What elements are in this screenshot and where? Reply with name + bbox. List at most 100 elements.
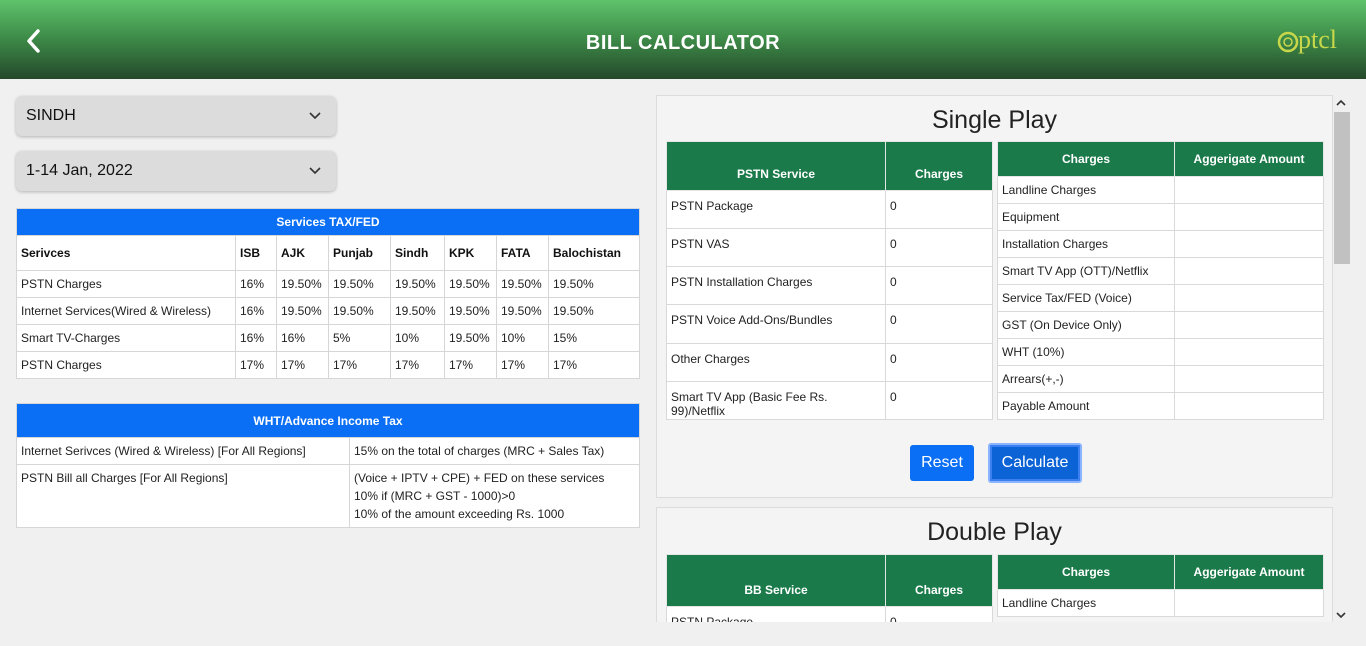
ptcl-logo: ptcl <box>1277 25 1337 54</box>
charge-input[interactable]: 0 <box>885 343 993 382</box>
charge-label: GST (On Device Only) <box>997 311 1175 339</box>
text-line: 10% of the amount exceeding Rs. 1000 <box>354 507 565 521</box>
amount-value <box>1174 257 1324 285</box>
table-cell: 17% <box>328 351 391 379</box>
table-cell: Smart TV-Charges <box>16 324 236 352</box>
charge-label: Landline Charges <box>997 176 1175 204</box>
table-cell: 19.50% <box>390 297 445 325</box>
table-cell: 19.50% <box>328 297 391 325</box>
wht-table: WHT/Advance Income Tax Internet Serivces… <box>16 403 640 528</box>
scroll-up-icon[interactable] <box>1334 96 1348 110</box>
charge-label: Arrears(+,-) <box>997 365 1175 393</box>
services-tax-table: Services TAX/FED Serivces ISB AJK Punjab… <box>16 208 640 379</box>
table-row: PSTN Package 0 <box>666 190 993 229</box>
charge-input[interactable]: 0 <box>885 266 993 305</box>
scroll-thumb[interactable] <box>1334 112 1350 264</box>
table-row: Landline Charges <box>997 589 1324 617</box>
aggregate-table: Charges Aggerigate Amount Landline Charg… <box>997 554 1324 617</box>
table-row: Other Charges 0 <box>666 343 993 382</box>
scroll-down-icon[interactable] <box>1334 608 1348 622</box>
amount-value <box>1174 176 1324 204</box>
tax-table-title: Services TAX/FED <box>16 208 640 236</box>
card-title: Double Play <box>927 518 1062 546</box>
table-cell: 10% <box>390 324 445 352</box>
charge-label: Service Tax/FED (Voice) <box>997 284 1175 312</box>
column-header: KPK <box>444 235 497 271</box>
text-line: (Voice + IPTV + CPE) + FED on these serv… <box>354 471 605 485</box>
calculator-panel[interactable]: Single Play PSTN Service Charges PSTN Pa… <box>648 88 1350 622</box>
table-cell: PSTN Charges <box>16 270 236 298</box>
table-row: Service Tax/FED (Voice) <box>997 284 1324 312</box>
service-name: PSTN Voice Add-Ons/Bundles <box>666 304 886 344</box>
table-row: Installation Charges <box>997 230 1324 258</box>
bb-service-table: BB Service Charges PSTN Package 0 <box>666 554 993 622</box>
table-cell: 19.50% <box>328 270 391 298</box>
column-header: Charges <box>885 554 993 607</box>
column-header: AJK <box>276 235 329 271</box>
table-row: GST (On Device Only) <box>997 311 1324 339</box>
column-header: Charges <box>885 141 993 191</box>
table-cell: 19.50% <box>548 297 640 325</box>
column-header: Punjab <box>328 235 391 271</box>
amount-value <box>1174 365 1324 393</box>
table-cell: 10% <box>496 324 549 352</box>
vertical-scrollbar[interactable] <box>1332 94 1350 626</box>
column-header: Aggerigate Amount <box>1174 141 1324 177</box>
chevron-down-icon <box>309 167 321 175</box>
column-header: FATA <box>496 235 549 271</box>
table-cell: 19.50% <box>444 324 497 352</box>
charge-label: Landline Charges <box>997 589 1175 617</box>
charge-input[interactable]: 0 <box>885 304 993 344</box>
calculate-button[interactable]: Calculate <box>988 443 1082 483</box>
table-cell: Internet Serivces (Wired & Wireless) [Fo… <box>16 437 350 465</box>
period-select[interactable]: 1-14 Jan, 2022 <box>16 151 336 191</box>
charge-label: WHT (10%) <box>997 338 1175 366</box>
table-cell: PSTN Bill all Charges [For All Regions] <box>16 464 350 528</box>
table-cell: 19.50% <box>496 297 549 325</box>
reset-button[interactable]: Reset <box>910 445 974 481</box>
table-cell: Internet Services(Wired & Wireless) <box>16 297 236 325</box>
table-cell: 17% <box>276 351 329 379</box>
table-cell: 19.50% <box>548 270 640 298</box>
table-row: PSTN VAS 0 <box>666 228 993 267</box>
table-cell: 16% <box>276 324 329 352</box>
column-header: Balochistan <box>548 235 640 271</box>
column-header: Charges <box>997 554 1175 590</box>
region-select[interactable]: SINDH <box>16 96 336 136</box>
table-cell: 19.50% <box>276 270 329 298</box>
table-row: Landline Charges <box>997 176 1324 204</box>
service-name: Smart TV App (Basic Fee Rs. 99)/Netflix <box>666 381 886 420</box>
table-row: Smart TV App (OTT)/Netflix <box>997 257 1324 285</box>
column-header: ISB <box>235 235 277 271</box>
column-header: Aggerigate Amount <box>1174 554 1324 590</box>
pstn-service-table: PSTN Service Charges PSTN Package 0 PSTN … <box>666 141 993 420</box>
wht-table-title: WHT/Advance Income Tax <box>16 403 640 438</box>
table-row: Internet Serivces (Wired & Wireless) [Fo… <box>16 437 640 465</box>
table-row: PSTN Installation Charges 0 <box>666 266 993 305</box>
table-row: Smart TV App (Basic Fee Rs. 99)/Netflix 0 <box>666 381 993 420</box>
charge-label: Smart TV App (OTT)/Netflix <box>997 257 1175 285</box>
service-name: PSTN Package <box>666 190 886 229</box>
logo-text: ptcl <box>1298 25 1337 54</box>
table-cell: 15% on the total of charges (MRC + Sales… <box>349 437 640 465</box>
table-row: PSTN Voice Add-Ons/Bundles 0 <box>666 304 993 344</box>
table-cell: 15% <box>548 324 640 352</box>
table-cell: 17% <box>390 351 445 379</box>
table-row: Arrears(+,-) <box>997 365 1324 393</box>
amount-value <box>1174 284 1324 312</box>
amount-value <box>1174 392 1324 420</box>
page-title: BILL CALCULATOR <box>585 32 781 54</box>
table-cell: 5% <box>328 324 391 352</box>
table-cell: 19.50% <box>444 297 497 325</box>
charge-input[interactable]: 0 <box>885 381 993 420</box>
charge-input[interactable]: 0 <box>885 228 993 267</box>
charge-input[interactable]: 0 <box>885 190 993 229</box>
table-cell: 16% <box>235 270 277 298</box>
table-row: Smart TV-Charges 16% 16% 5% 10% 19.50% 10% 15% <box>16 324 640 352</box>
table-cell: 17% <box>444 351 497 379</box>
amount-value <box>1174 338 1324 366</box>
region-value: SINDH <box>26 107 76 124</box>
double-play-card: Double Play BB Service Charges PSTN Pack… <box>656 507 1333 622</box>
column-header: Charges <box>997 141 1175 177</box>
charge-input[interactable]: 0 <box>885 606 993 622</box>
